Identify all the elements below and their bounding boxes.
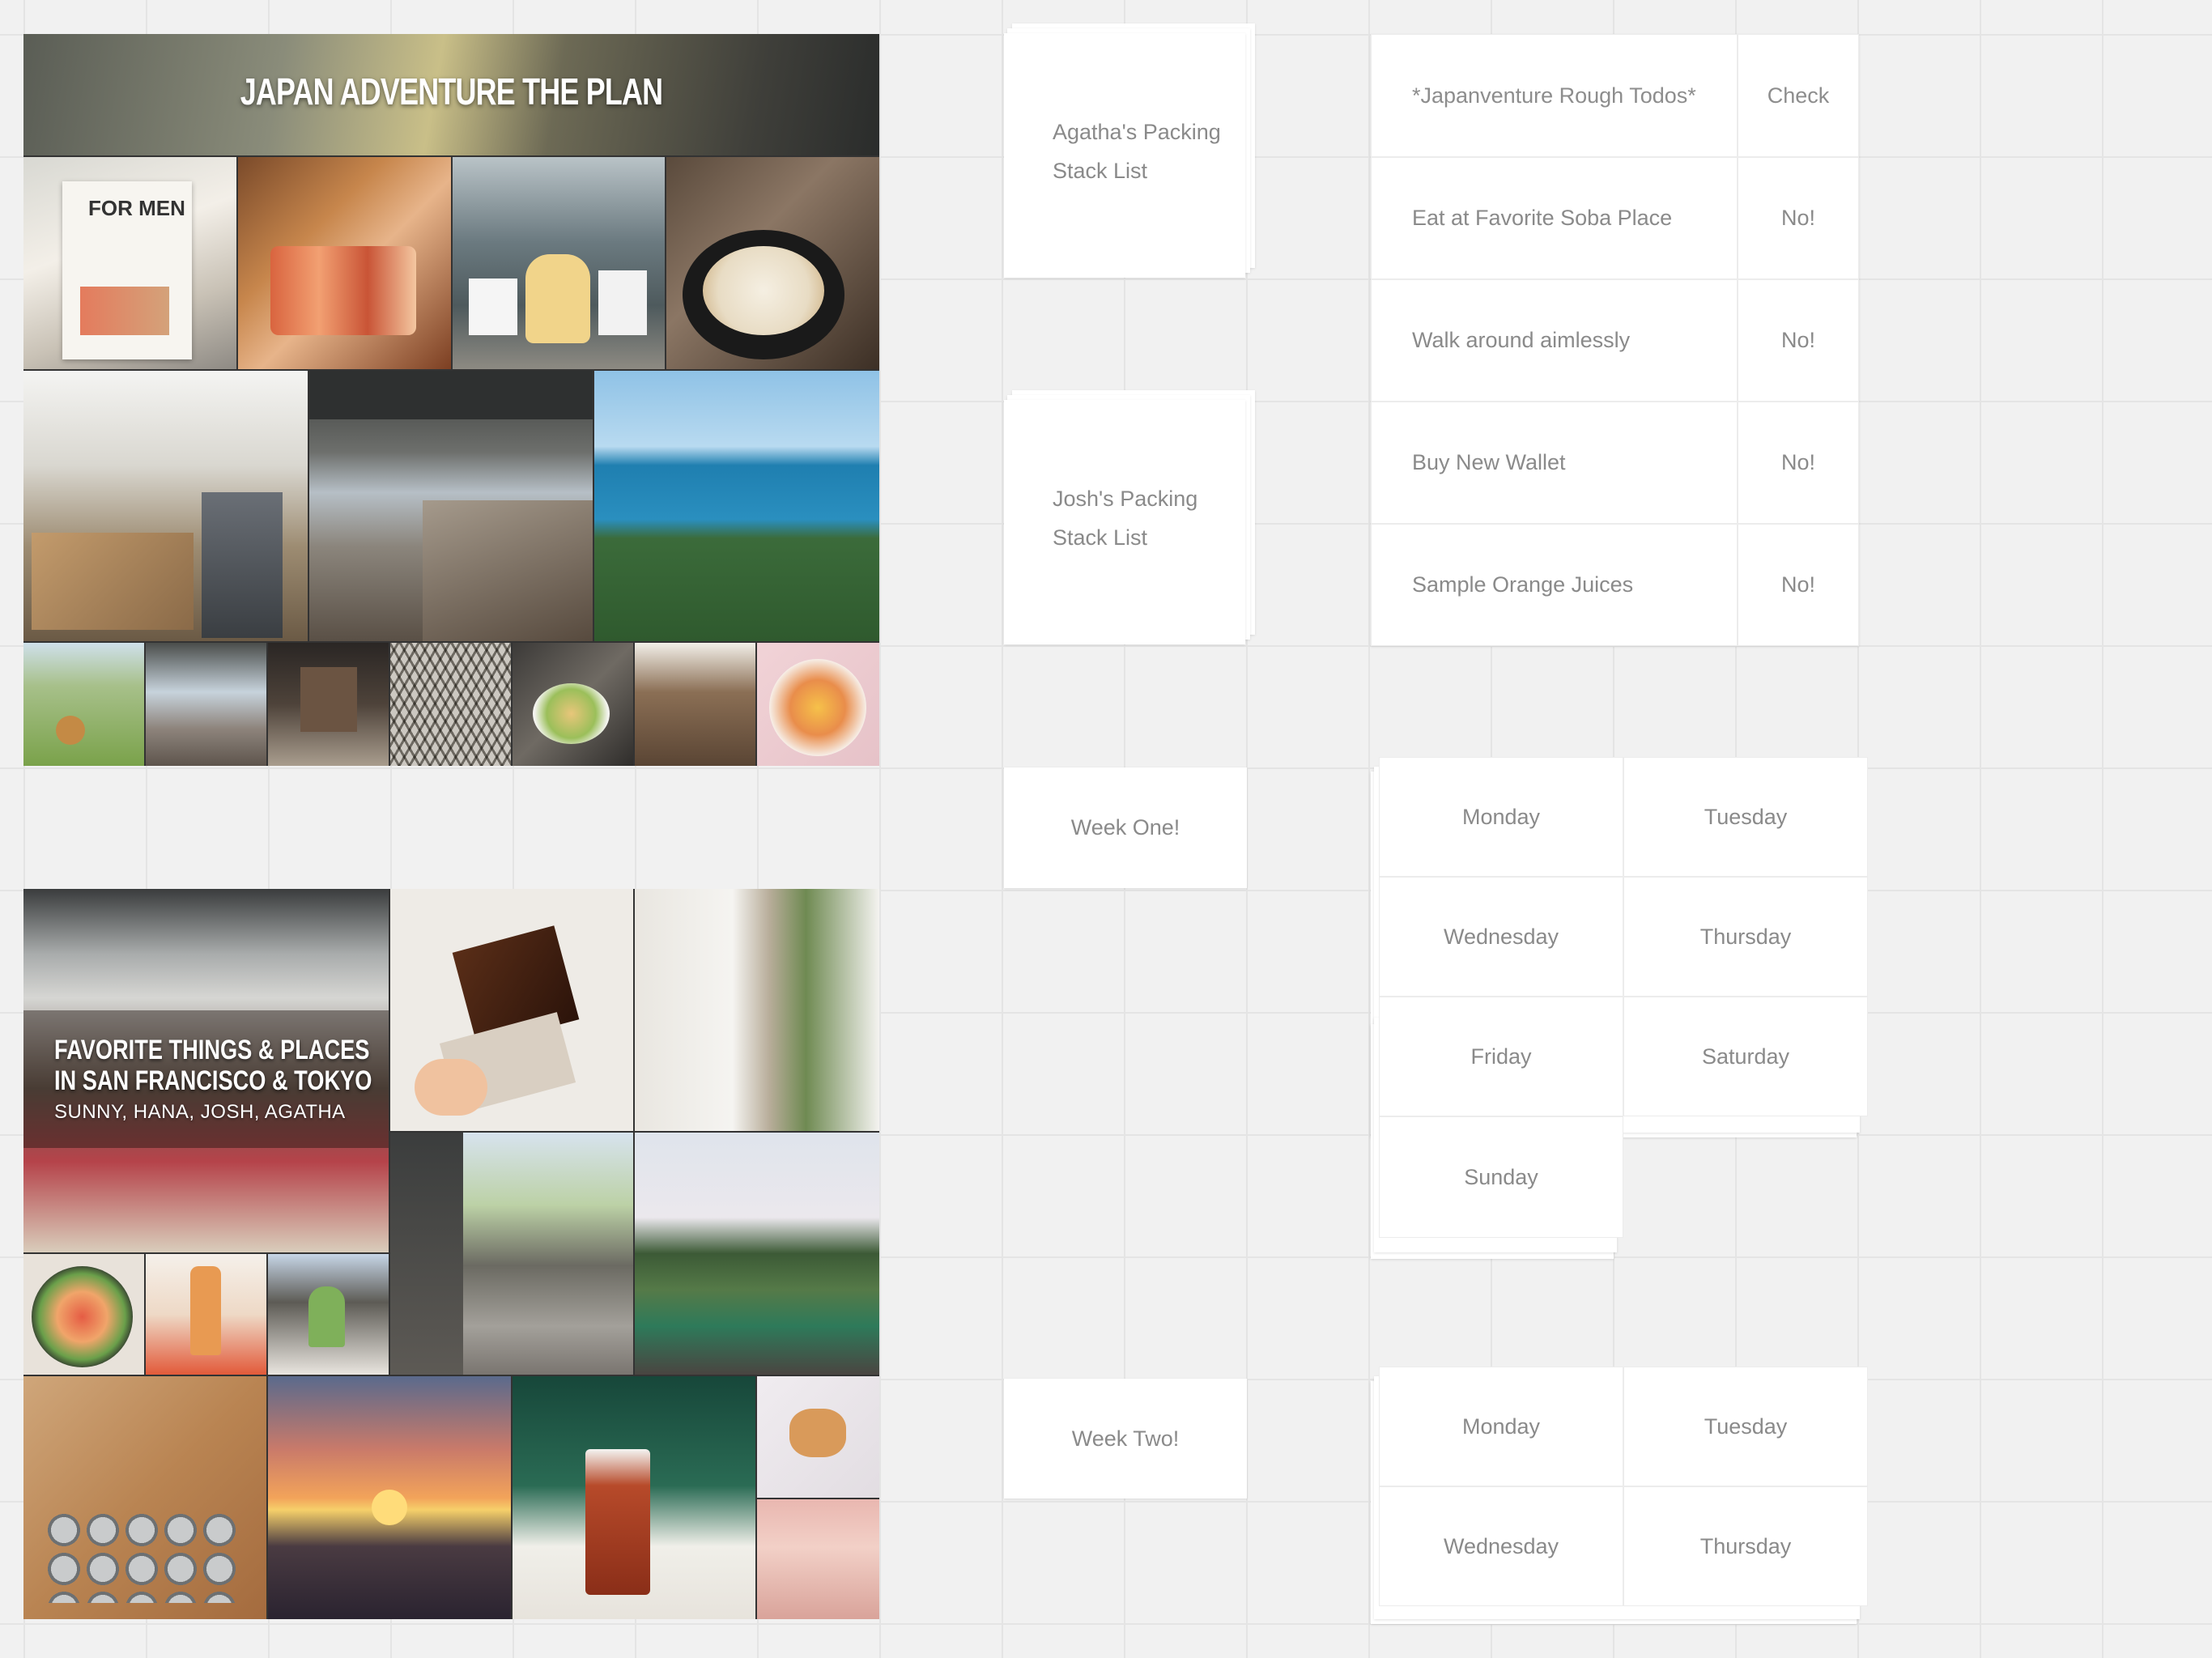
photo-cake <box>390 889 633 1131</box>
moodboard-japan-plan[interactable]: JAPAN ADVENTURE THE PLAN FOR MEN <box>23 34 879 766</box>
photo-lattice <box>390 643 511 766</box>
photo-matcha <box>268 1254 389 1375</box>
photo-doorway <box>635 889 879 1131</box>
day-cell-wednesday[interactable]: Wednesday <box>1379 1486 1623 1606</box>
photo-magazine: FOR MEN <box>23 157 236 369</box>
photo-street <box>390 1133 633 1375</box>
todo-table[interactable]: *Japanventure Rough Todos* Check Eat at … <box>1371 34 1859 646</box>
week-one-label: Week One! <box>1070 815 1180 840</box>
todo-header[interactable]: *Japanventure Rough Todos* <box>1371 34 1738 157</box>
day-cell-monday[interactable]: Monday <box>1379 757 1623 877</box>
josh-packing-stack[interactable]: Josh's Packing Stack List <box>1004 390 1255 644</box>
photo-food-bowls <box>513 643 633 766</box>
todo-status[interactable]: No! <box>1738 157 1859 279</box>
day-cell-tuesday[interactable]: Tuesday <box>1623 1367 1868 1486</box>
josh-packing-label: Josh's Packing Stack List <box>1053 487 1198 550</box>
moodboard-overlay-title: FAVORITE THINGS & PLACES IN SAN FRANCISC… <box>54 1035 372 1096</box>
day-cell-tuesday[interactable]: Tuesday <box>1623 757 1868 877</box>
todo-status[interactable]: No! <box>1738 524 1859 646</box>
photo-sunset <box>268 1376 511 1619</box>
todo-task[interactable]: Sample Orange Juices <box>1371 524 1738 646</box>
moodboard-overlay-subtitle: SUNNY, HANA, JOSH, AGATHA <box>54 1101 346 1123</box>
day-cell-monday[interactable]: Monday <box>1379 1367 1623 1486</box>
todo-status[interactable]: No! <box>1738 279 1859 402</box>
todo-status[interactable]: No! <box>1738 402 1859 524</box>
photo-bottles <box>146 1254 266 1375</box>
week-two-label: Week Two! <box>1071 1426 1180 1451</box>
moodboard-favorite-things[interactable]: FAVORITE THINGS & PLACES IN SAN FRANCISC… <box>23 889 879 1619</box>
day-cell-wednesday[interactable]: Wednesday <box>1379 877 1623 997</box>
photo-dog-rug <box>757 1376 879 1498</box>
photo-station <box>146 643 266 766</box>
photo-ocean <box>594 371 879 641</box>
week-two-card[interactable]: Week Two! <box>1004 1379 1247 1499</box>
week-one-card[interactable]: Week One! <box>1004 767 1247 888</box>
week-two-grid[interactable]: Monday Tuesday Wednesday Thursday <box>1371 1367 1868 1626</box>
photo-poke-bowl <box>23 1254 144 1375</box>
photo-shop <box>453 157 665 369</box>
day-cell-friday[interactable]: Friday <box>1379 997 1623 1116</box>
todo-task[interactable]: Buy New Wallet <box>1371 402 1738 524</box>
photo-storefront <box>268 643 389 766</box>
moodboard-title: JAPAN ADVENTURE THE PLAN <box>240 70 663 113</box>
photo-dog <box>23 643 144 766</box>
day-cell-thursday[interactable]: Thursday <box>1623 1486 1868 1606</box>
todo-task[interactable]: Walk around aimlessly <box>1371 279 1738 402</box>
photo-cafe <box>635 643 755 766</box>
agatha-packing-label: Agatha's Packing Stack List <box>1053 120 1221 183</box>
photo-sushi <box>238 157 451 369</box>
photo-kitchenware <box>23 1376 266 1619</box>
day-cell-thursday[interactable]: Thursday <box>1623 877 1868 997</box>
photo-hillside <box>635 1133 879 1375</box>
week-one-grid[interactable]: Monday Tuesday Wednesday Thursday Friday… <box>1371 757 1868 1259</box>
photo-ramen <box>757 643 879 766</box>
photo-market <box>23 371 308 641</box>
photo-railway <box>309 371 593 641</box>
photo-pink-cafe <box>757 1499 879 1619</box>
day-cell-saturday[interactable]: Saturday <box>1623 997 1868 1116</box>
todo-task[interactable]: Eat at Favorite Soba Place <box>1371 157 1738 279</box>
agatha-packing-stack[interactable]: Agatha's Packing Stack List <box>1004 23 1255 278</box>
photo-iced-tea <box>513 1376 755 1619</box>
photo-tempura <box>666 157 879 369</box>
day-cell-sunday[interactable]: Sunday <box>1379 1116 1623 1238</box>
todo-check-header[interactable]: Check <box>1738 34 1859 157</box>
